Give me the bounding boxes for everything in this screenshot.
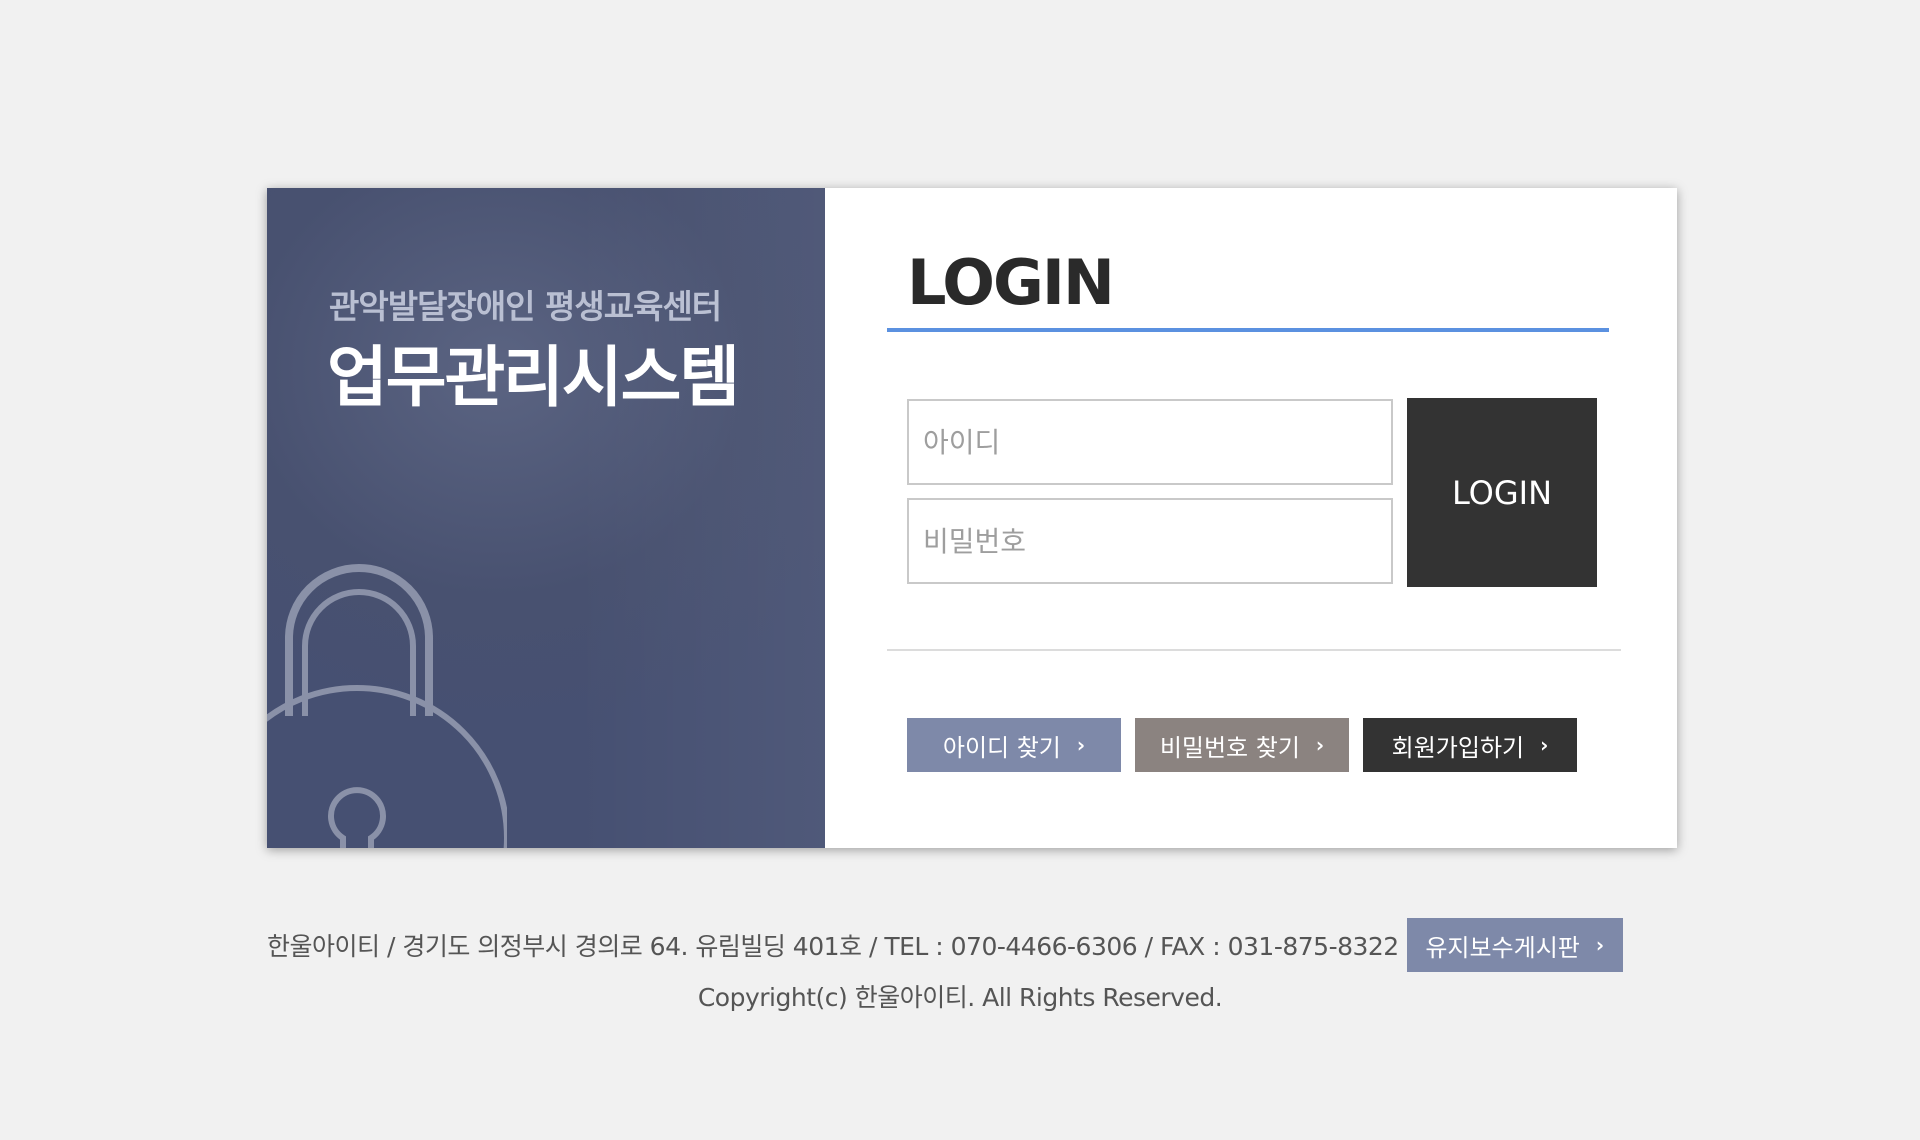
copyright: Copyright(c) 한울아이티. All Rights Reserved. bbox=[697, 983, 1223, 1012]
org-name: 관악발달장애인 평생교육센터 bbox=[329, 287, 722, 326]
password-input[interactable] bbox=[907, 498, 1393, 584]
footer-address: 한울아이티 / 경기도 의정부시 경의로 64. 유림빌딩 401호 / TEL… bbox=[267, 932, 1399, 961]
find-password-button[interactable]: 비밀번호 찾기 › bbox=[1135, 718, 1349, 772]
divider bbox=[887, 649, 1621, 651]
login-title: LOGIN bbox=[907, 246, 1115, 319]
chevron-right-icon: › bbox=[1076, 733, 1086, 757]
login-card: 관악발달장애인 평생교육센터 업무관리시스템 LOGIN LOGIN 아이디 찾… bbox=[267, 188, 1677, 848]
lock-icon bbox=[267, 564, 507, 848]
branding-panel: 관악발달장애인 평생교육센터 업무관리시스템 bbox=[267, 188, 825, 848]
login-panel: LOGIN LOGIN 아이디 찾기 › 비밀번호 찾기 › 회원가입하기 › bbox=[825, 188, 1677, 848]
chevron-right-icon: › bbox=[1540, 733, 1549, 757]
maintenance-board-button[interactable]: 유지보수게시판 › bbox=[1406, 918, 1623, 972]
find-id-button[interactable]: 아이디 찾기 › bbox=[907, 718, 1121, 772]
signup-label: 회원가입하기 bbox=[1391, 733, 1525, 762]
login-button[interactable]: LOGIN bbox=[1407, 398, 1597, 587]
footer-info: 한울아이티 / 경기도 의정부시 경의로 64. 유림빌딩 401호 / TEL… bbox=[267, 918, 1623, 972]
find-id-label: 아이디 찾기 bbox=[942, 733, 1061, 762]
signup-button[interactable]: 회원가입하기 › bbox=[1363, 718, 1577, 772]
maintenance-board-label: 유지보수게시판 bbox=[1425, 933, 1580, 962]
username-input[interactable] bbox=[907, 399, 1393, 485]
find-password-label: 비밀번호 찾기 bbox=[1159, 733, 1300, 762]
chevron-right-icon: › bbox=[1315, 733, 1325, 757]
chevron-right-icon: › bbox=[1595, 933, 1605, 957]
system-name: 업무관리시스템 bbox=[327, 339, 740, 416]
title-underline bbox=[887, 328, 1609, 332]
